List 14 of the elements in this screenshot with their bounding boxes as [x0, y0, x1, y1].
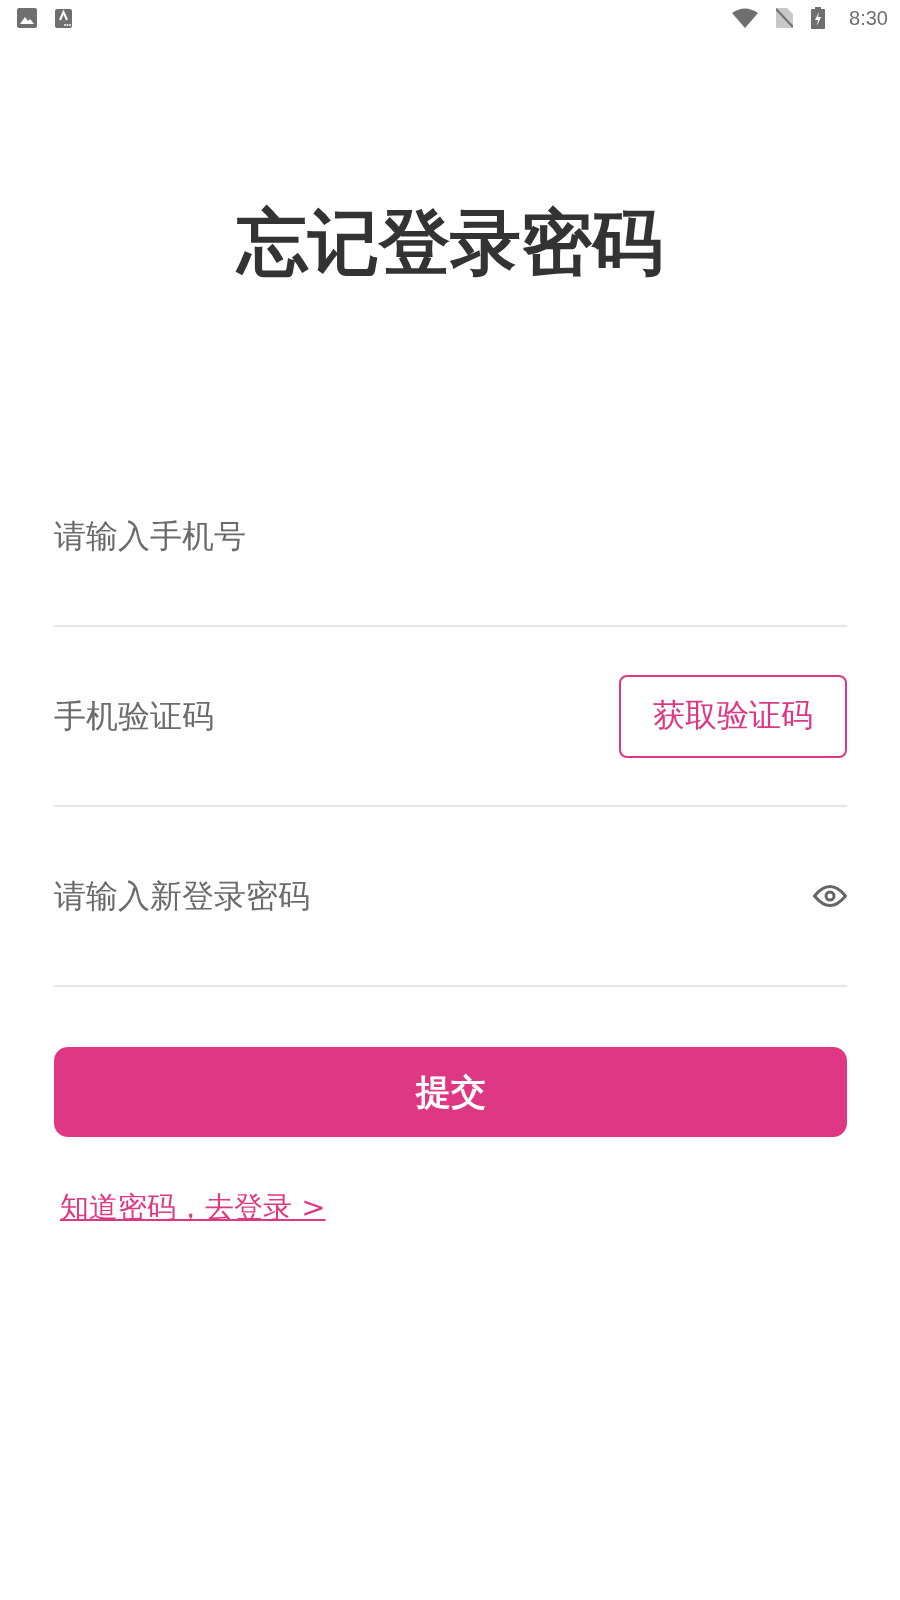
no-sim-icon [776, 8, 794, 28]
battery-charging-icon [811, 7, 826, 29]
password-input[interactable]: 请输入新登录密码 [54, 807, 813, 985]
image-icon [17, 8, 37, 28]
code-input[interactable]: 手机验证码 [54, 627, 619, 805]
submit-button[interactable]: 提交 [54, 1047, 847, 1137]
square-dots-icon [55, 8, 72, 28]
login-link[interactable]: 知道密码，去登录 > [60, 1189, 326, 1225]
eye-icon[interactable] [813, 885, 847, 907]
wifi-icon [732, 8, 759, 28]
phone-input[interactable]: 请输入手机号 [54, 447, 847, 625]
status-time: 8:30 [849, 6, 888, 30]
get-code-button[interactable]: 获取验证码 [619, 674, 847, 758]
page-title: 忘记登录密码 [234, 200, 664, 285]
